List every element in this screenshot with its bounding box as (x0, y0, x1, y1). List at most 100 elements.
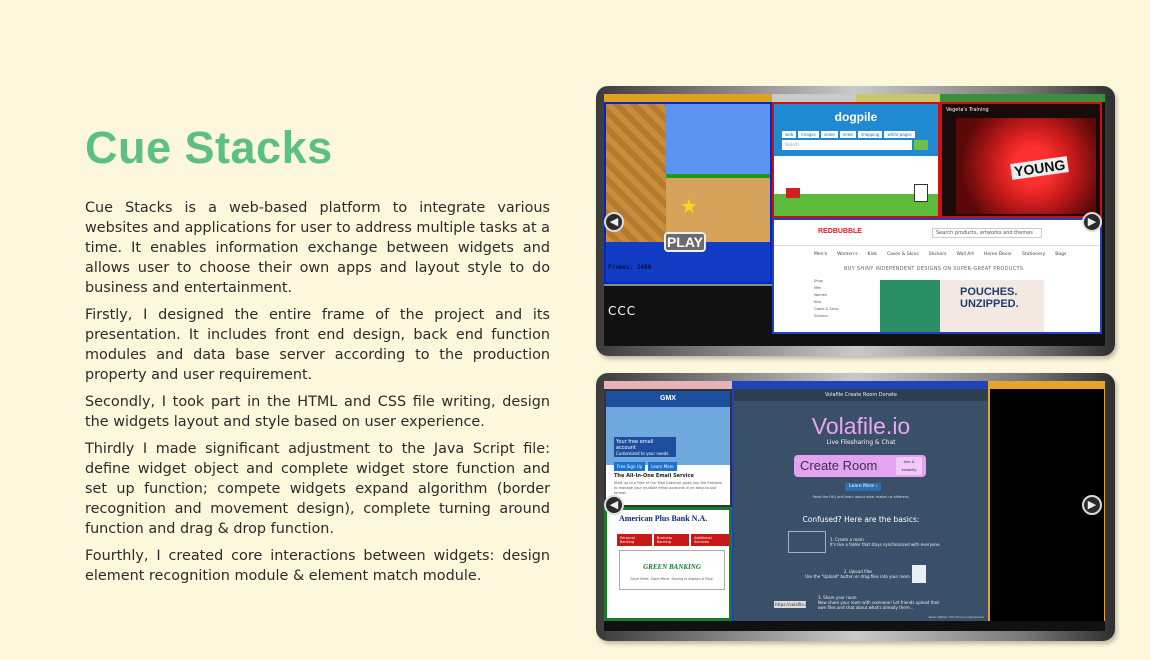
screenshot-frame-2: GMX Your free email account Customized t… (596, 373, 1115, 641)
volafile-subtitle: Live Filesharing & Chat (826, 439, 896, 446)
dogpile-tab-web[interactable]: web (782, 131, 797, 138)
dogpile-widget[interactable]: dogpile web images video news shopping w… (772, 102, 940, 218)
rb-menu-cases[interactable]: Cases & Skins (887, 252, 919, 257)
redbubble-side-menu: Shop Men Women Kids Cases & Skins Sticke… (814, 278, 854, 320)
video-title: Vegeta's Training (946, 107, 989, 113)
redbubble-promo-text: POUCHES. UNZIPPED. (960, 286, 1019, 310)
volafile-step-3: 3. Share your room Now share your room w… (818, 595, 948, 610)
gmx-section-body: Start up to a Free of Our Mail Collector… (614, 481, 722, 495)
rb-menu-men[interactable]: Men's (814, 252, 827, 257)
video-thumbnail[interactable]: YOUNG (956, 118, 1096, 214)
rb-menu-homedecor[interactable]: Home Decor (984, 252, 1012, 257)
green-banking-title: GREEN BANKING (643, 563, 701, 571)
paragraph-firstly: Firstly, I designed the entire frame of … (85, 307, 550, 383)
next-arrow-icon[interactable]: ▶ (1082, 212, 1102, 232)
upload-icon (912, 565, 926, 583)
paragraph-fourthly: Fourthly, I created core interactions be… (85, 548, 550, 584)
redbubble-banner: BUY SHINY INDEPENDENT DESIGNS ON SUPER-G… (844, 266, 1024, 272)
green-banking-card[interactable]: GREEN BANKING Save Here. Save More. Savi… (619, 550, 725, 590)
create-room-sub: free & instantly (896, 457, 922, 475)
rb-side-stickers[interactable]: Stickers (814, 313, 854, 320)
green-banking-sub: Save Here. Save More. Saving Is Always A… (630, 577, 714, 581)
gmx-logo[interactable]: GMX (606, 391, 730, 407)
dogpile-search-button[interactable] (914, 140, 928, 150)
redbubble-promo-art (880, 280, 940, 332)
rb-menu-bags[interactable]: Bags (1055, 252, 1066, 257)
gmx-hero-text: Your free email account (616, 439, 654, 451)
game-bottom-bar: CCC (604, 284, 772, 322)
redbubble-logo[interactable]: REDBUBBLE (818, 228, 862, 235)
rb-side-cases[interactable]: Cases & Skins (814, 306, 854, 313)
next-arrow-icon[interactable]: ▶ (1082, 495, 1102, 515)
gmx-widget[interactable]: GMX Your free email account Customized t… (604, 389, 732, 507)
dogpile-tab-shopping[interactable]: shopping (858, 131, 883, 138)
american-plus-nav: Personal Banking Business Banking Additi… (617, 534, 729, 546)
american-plus-logo[interactable]: American Plus Bank N.A. (619, 514, 707, 523)
widget-top-bar-2 (604, 381, 1105, 389)
video-widget[interactable]: YOUNG Vegeta's Training (940, 102, 1102, 218)
dogpile-logo: dogpile (834, 110, 878, 124)
redbubble-promo-image[interactable]: POUCHES. UNZIPPED. (880, 280, 1044, 332)
screenshot-frame-1: ★ PLAY Frames: 2480 CCC dogpile web imag… (596, 86, 1115, 356)
volafile-url-sample: https://volafile.io (774, 601, 809, 608)
play-button[interactable]: PLAY (664, 232, 706, 252)
dogpile-tab-white-pages[interactable]: white pages (884, 131, 915, 138)
gmx-signup-button[interactable]: Free Sign Up (614, 462, 646, 471)
step-3-sub: Now share your room with someone! Let fr… (818, 600, 940, 610)
dog-icon (914, 184, 928, 202)
gmx-hero-box: Your free email account Customized to yo… (614, 437, 676, 457)
rb-menu-stationery[interactable]: Stationery (1022, 252, 1045, 257)
paragraph-thirdly: Thirdly I made significant adjustment to… (85, 441, 550, 537)
paragraph-secondly: Secondly, I took part in the HTML and CS… (85, 394, 550, 430)
rb-side-women[interactable]: Women (814, 292, 854, 299)
volafile-topnav[interactable]: Volafile Create Room Donate (734, 389, 988, 401)
rb-side-shop[interactable]: Shop (814, 278, 854, 285)
rb-menu-stickers[interactable]: Stickers (929, 252, 947, 257)
redbubble-widget[interactable]: REDBUBBLE Search products, artworks and … (772, 218, 1102, 334)
rb-menu-women[interactable]: Women's (837, 252, 858, 257)
screenshot-screen-1: ★ PLAY Frames: 2480 CCC dogpile web imag… (604, 94, 1105, 346)
apb-nav-personal[interactable]: Personal Banking (617, 534, 652, 546)
volafile-step-1: 1. Create a room It's like a folder that… (830, 537, 970, 547)
volafile-title: Volafile.io (811, 413, 911, 439)
star-icon: ★ (680, 194, 698, 218)
gmx-learnmore-button[interactable]: Learn More (648, 462, 677, 471)
video-overlay-text: YOUNG (1010, 156, 1070, 180)
learn-more-button[interactable]: Learn More › (845, 483, 882, 491)
dogpile-tab-video[interactable]: video (820, 131, 838, 138)
apb-nav-business[interactable]: Business Banking (653, 534, 690, 546)
dogpile-search-input[interactable]: Search (782, 140, 912, 150)
prev-arrow-icon[interactable]: ◀ (604, 212, 624, 232)
rb-side-kids[interactable]: Kids (814, 299, 854, 306)
screenshot-screen-2: GMX Your free email account Customized t… (604, 381, 1105, 631)
gmx-section-title: The All-In-One Email Service (614, 473, 694, 479)
rb-menu-wallart[interactable]: Wall Art (956, 252, 974, 257)
prev-arrow-icon[interactable]: ◀ (604, 495, 624, 515)
redbubble-search-input[interactable]: Search products, artworks and themes (932, 228, 1042, 238)
paragraph-intro: Cue Stacks is a web-based platform to in… (85, 200, 550, 296)
volafile-widget[interactable]: Volafile Create Room Donate Volafile.io … (732, 389, 988, 621)
volafile-step-2: 2. Upload files Use the "Upload" button … (798, 569, 918, 579)
dogpile-tab-news[interactable]: news (839, 131, 857, 138)
rb-menu-kids[interactable]: Kids (868, 252, 877, 257)
apb-nav-additional[interactable]: Additional Services (691, 534, 729, 546)
dogpile-tabs: web images video news shopping white pag… (782, 131, 915, 138)
rb-side-men[interactable]: Men (814, 285, 854, 292)
gmx-hero-sub: Customized to your needs (616, 451, 669, 456)
volafile-rules: Read the FAQ and learn about what makes … (812, 495, 910, 499)
game-widget[interactable]: ★ PLAY Frames: 2480 (604, 102, 772, 284)
widget-top-bar (604, 94, 1105, 102)
folder-icon (788, 531, 826, 553)
ccc-logo: CCC (608, 304, 637, 318)
gmx-hero: Your free email account Customized to yo… (606, 407, 730, 471)
american-plus-bank-widget[interactable]: American Plus Bank N.A. Personal Banking… (604, 507, 732, 621)
frames-counter: Frames: 2480 (608, 264, 652, 271)
volafile-confused: Confused? Here are the basics: (802, 515, 920, 524)
project-description: Cue Stacks is a web-based platform to in… (85, 198, 550, 593)
create-room-button[interactable]: Create Room free & instantly (794, 455, 926, 477)
step-2-sub: Use the "Upload" button or drag files in… (804, 574, 912, 579)
dogpile-header: dogpile web images video news shopping w… (774, 104, 938, 156)
volafile-footer[interactable]: Rules Twitter CSS Privacy Impressum (929, 615, 984, 619)
dogpile-tab-images[interactable]: images (798, 131, 819, 138)
redbubble-header: REDBUBBLE Search products, artworks and … (774, 220, 1100, 246)
